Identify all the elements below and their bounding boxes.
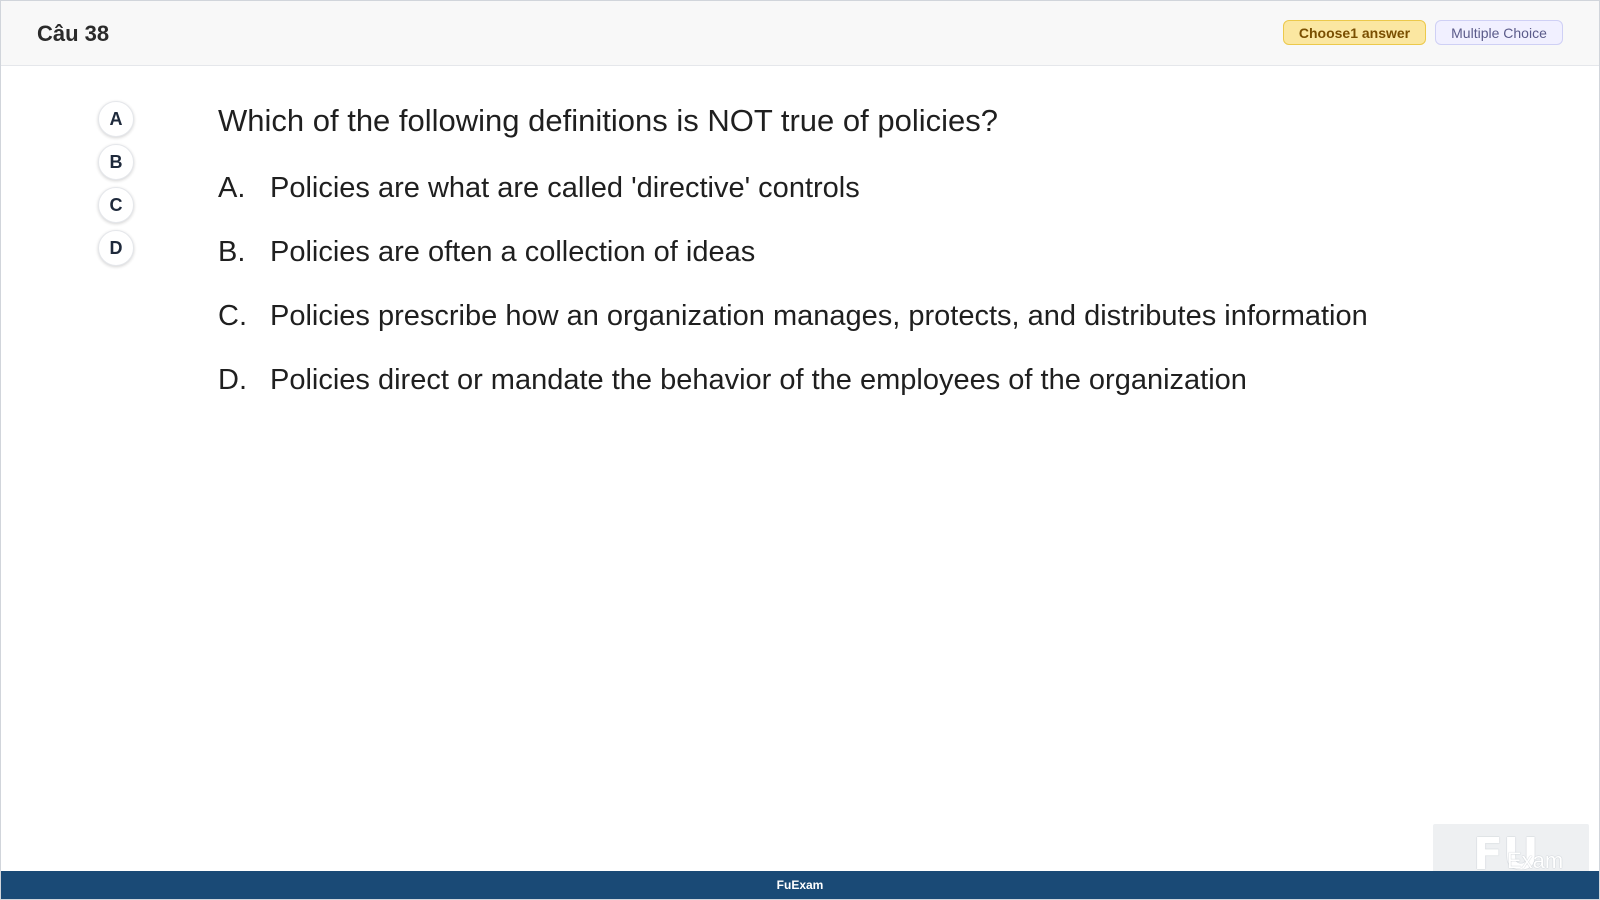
footer-bar: FuExam xyxy=(1,871,1599,899)
option-text: Policies direct or mandate the behavior … xyxy=(270,364,1247,396)
choose-answer-badge: Choose1 answer xyxy=(1283,20,1426,45)
question-type-badge: Multiple Choice xyxy=(1435,20,1563,45)
option-text: Policies prescribe how an organization m… xyxy=(270,300,1368,332)
footer-brand: FuExam xyxy=(776,878,824,892)
answer-selector-c[interactable]: C xyxy=(98,187,134,223)
option-letter: B. xyxy=(218,236,246,268)
answer-selector-b[interactable]: B xyxy=(98,144,134,180)
option-text: Policies are often a collection of ideas xyxy=(270,236,756,268)
question-text: Which of the following definitions is NO… xyxy=(218,103,998,138)
option-b: B. Policies are often a collection of ide… xyxy=(218,236,755,269)
question-header: Câu 38 Choose1 answer Multiple Choice xyxy=(1,1,1599,66)
question-number: Câu 38 xyxy=(37,21,110,46)
option-letter: A. xyxy=(218,172,246,204)
option-letter: C. xyxy=(218,300,247,332)
answer-selector-a[interactable]: A xyxy=(98,101,134,137)
option-a: A. Policies are what are called 'directiv… xyxy=(218,172,860,205)
answer-selector-d[interactable]: D xyxy=(98,230,134,266)
quiz-window: Câu 38 Choose1 answer Multiple Choice A … xyxy=(0,0,1600,900)
option-c: C. Policies prescribe how an organization… xyxy=(218,300,1368,333)
option-d: D. Policies direct or mandate the behavio… xyxy=(218,364,1247,397)
option-text: Policies are what are called 'directive'… xyxy=(270,172,860,204)
option-letter: D. xyxy=(218,364,247,396)
